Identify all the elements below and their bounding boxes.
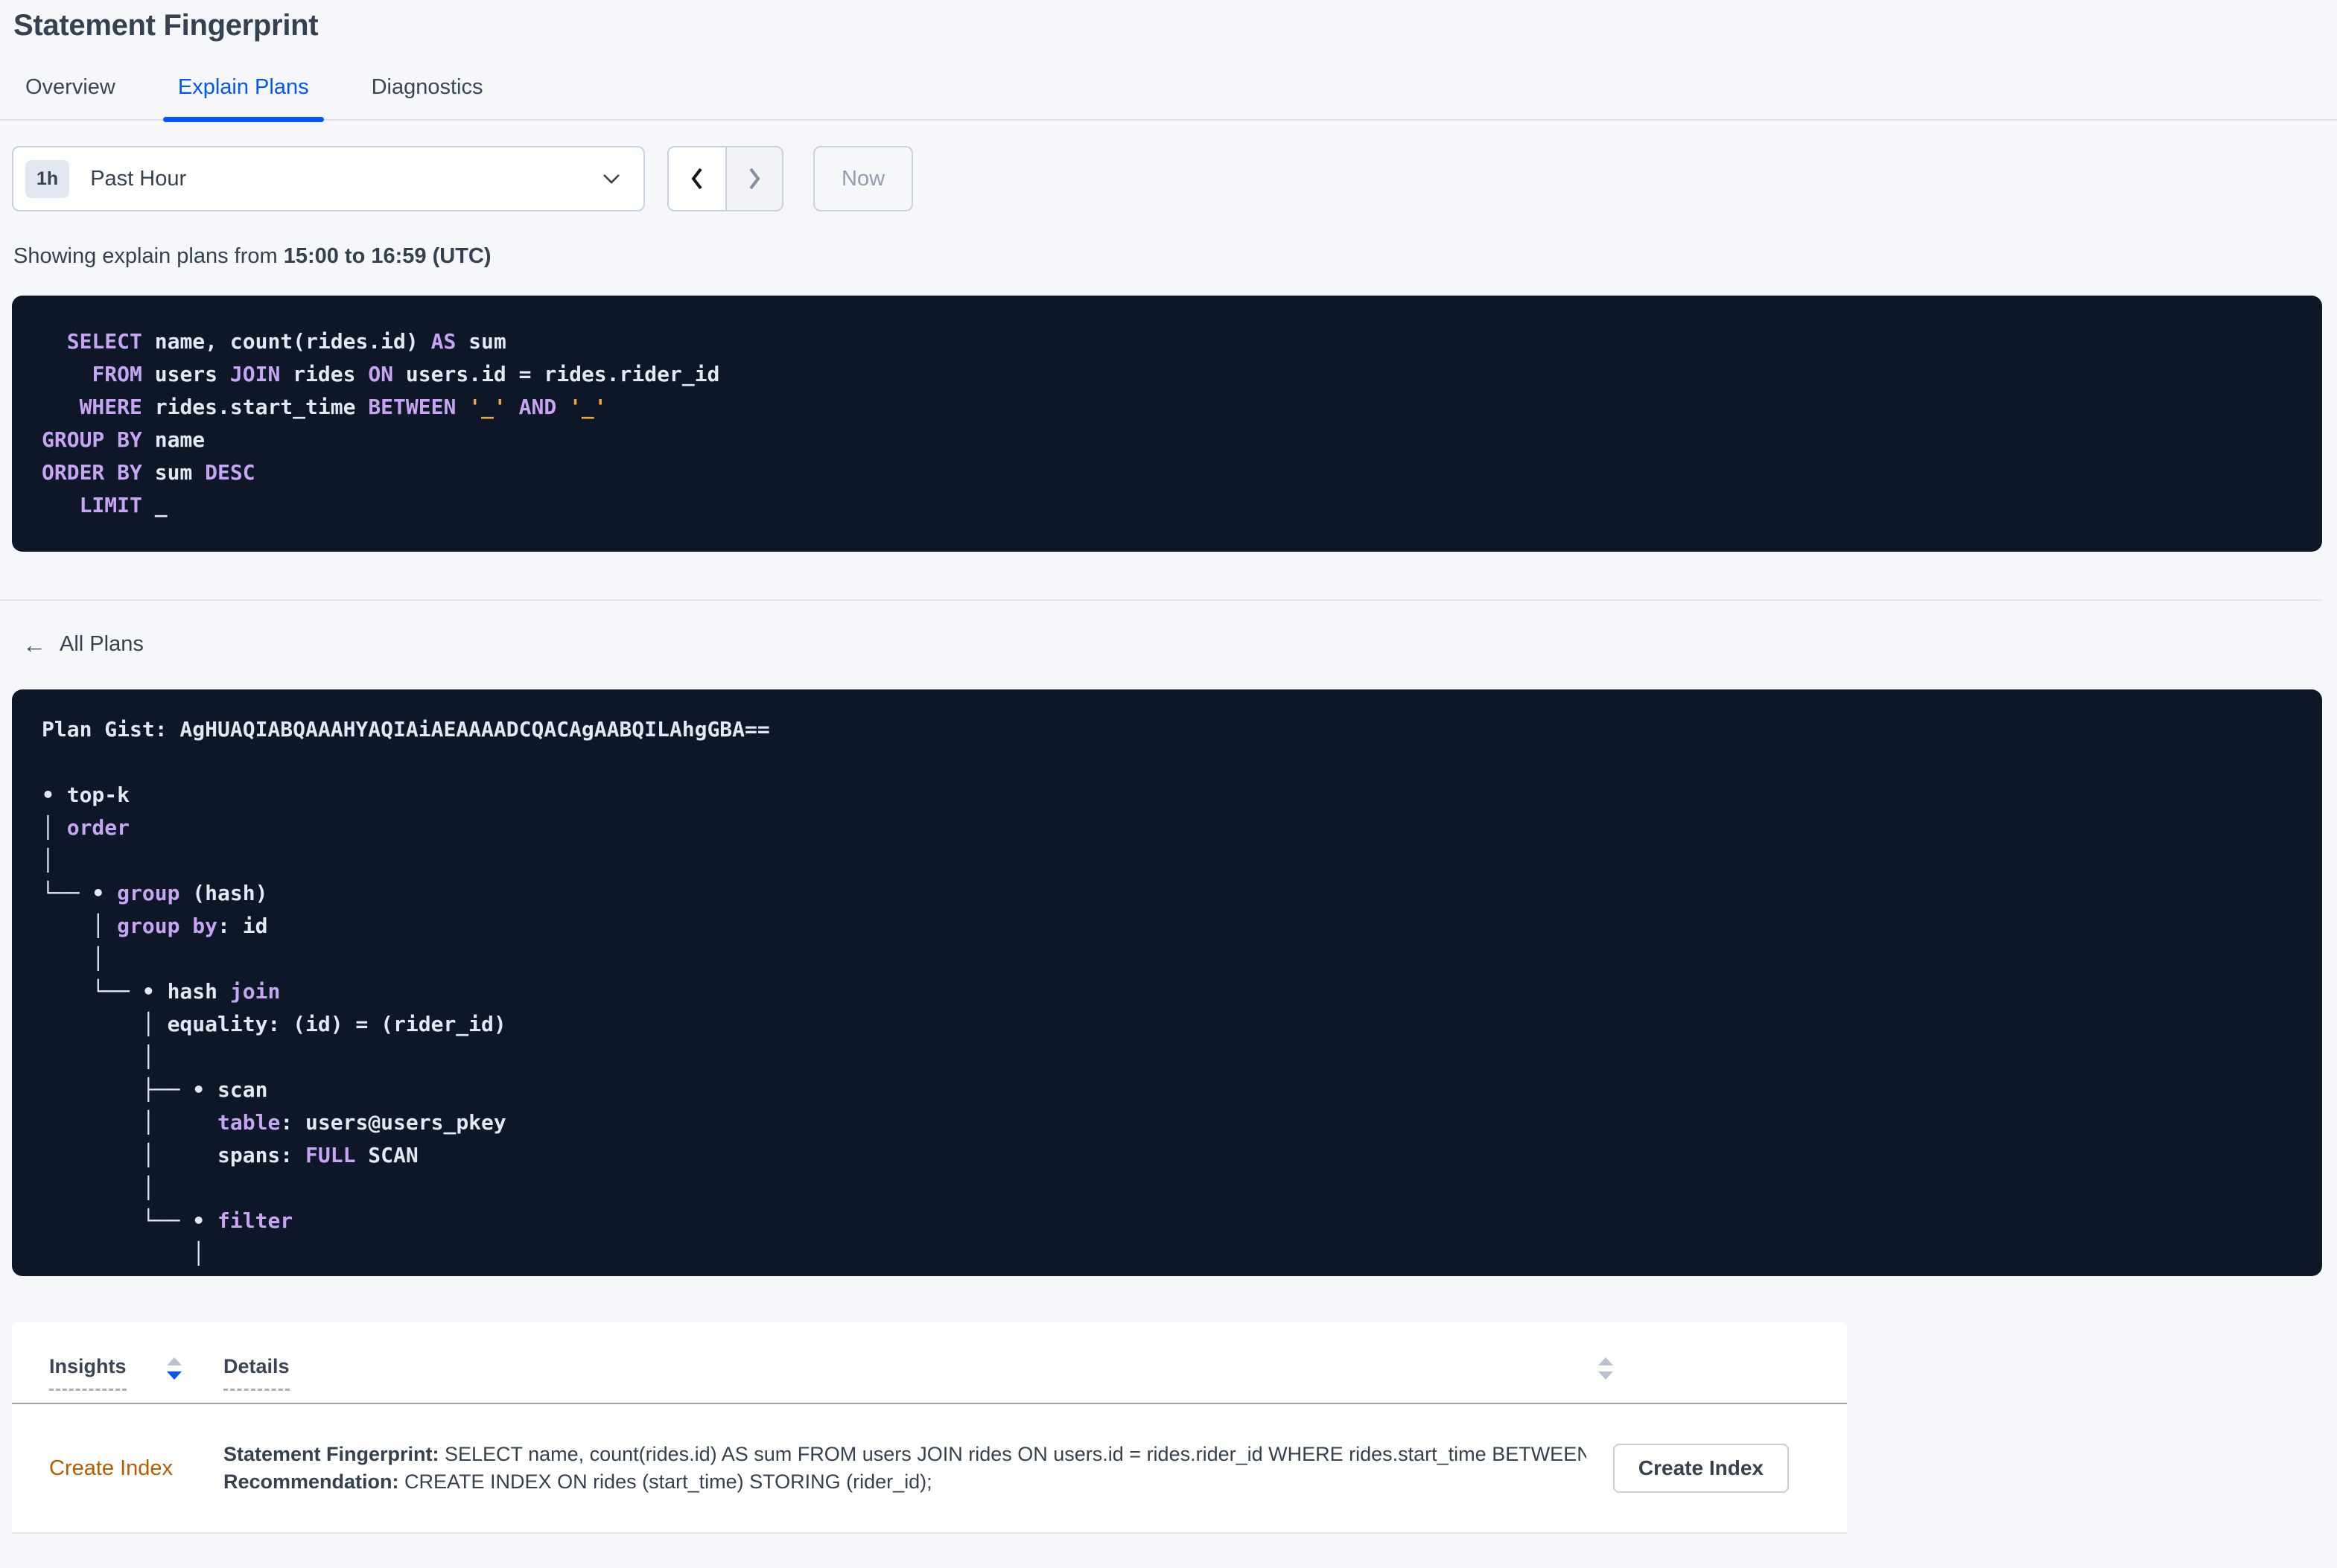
- recommendation-line: Recommendation: CREATE INDEX ON rides (s…: [223, 1470, 932, 1493]
- insights-header-label[interactable]: Insights: [49, 1355, 127, 1391]
- showing-range-bold: 15:00 to 16:59 (UTC): [283, 244, 492, 268]
- page-title: Statement Fingerprint: [13, 9, 319, 42]
- insights-column-header: Insights: [49, 1355, 223, 1391]
- insight-type-link[interactable]: Create Index: [49, 1456, 223, 1481]
- plan-code: Plan Gist: AgHUAQIABQAAAHYAQIAiAEAAAADCQ…: [12, 689, 2322, 1276]
- all-plans-link[interactable]: ← All Plans: [22, 632, 144, 657]
- tab-bar: Overview Explain Plans Diagnostics: [0, 75, 2337, 122]
- now-button[interactable]: Now: [813, 146, 914, 211]
- details-cell: Statement Fingerprint: SELECT name, coun…: [223, 1441, 1613, 1496]
- chevron-down-icon: [603, 174, 620, 184]
- chevron-right-icon: [749, 168, 760, 190]
- next-time-button[interactable]: [725, 147, 782, 210]
- all-plans-label: All Plans: [60, 632, 144, 656]
- table-row: Create Index Statement Fingerprint: SELE…: [12, 1404, 1847, 1534]
- statement-fingerprint-line: Statement Fingerprint: SELECT name, coun…: [223, 1443, 1586, 1465]
- sql-code: SELECT name, count(rides.id) AS sum FROM…: [12, 296, 2322, 552]
- sort-icon-insights[interactable]: [165, 1357, 183, 1382]
- tab-overview[interactable]: Overview: [10, 75, 130, 119]
- time-nav-group: [667, 146, 783, 211]
- create-index-button[interactable]: Create Index: [1612, 1444, 1789, 1493]
- sort-icon-details[interactable]: [1597, 1357, 1615, 1382]
- previous-time-button[interactable]: [669, 147, 725, 210]
- back-arrow-icon: ←: [22, 631, 46, 658]
- time-range-label: Past Hour: [90, 166, 187, 191]
- time-toolbar: 1h Past Hour Now: [12, 146, 2322, 211]
- insights-table-card: Insights Details Create Index Statement …: [12, 1322, 1847, 1534]
- time-range-select[interactable]: 1h Past Hour: [12, 146, 645, 211]
- insights-table-header: Insights Details: [12, 1322, 1847, 1404]
- time-range-badge: 1h: [25, 159, 70, 198]
- tab-explain-plans[interactable]: Explain Plans: [162, 75, 324, 122]
- details-column-header: Details: [223, 1355, 1810, 1391]
- tab-diagnostics[interactable]: Diagnostics: [357, 75, 498, 119]
- showing-range-text: Showing explain plans from 15:00 to 16:5…: [13, 244, 492, 268]
- chevron-left-icon: [691, 168, 702, 190]
- details-header-label[interactable]: Details: [223, 1355, 290, 1391]
- section-divider: [0, 599, 2322, 601]
